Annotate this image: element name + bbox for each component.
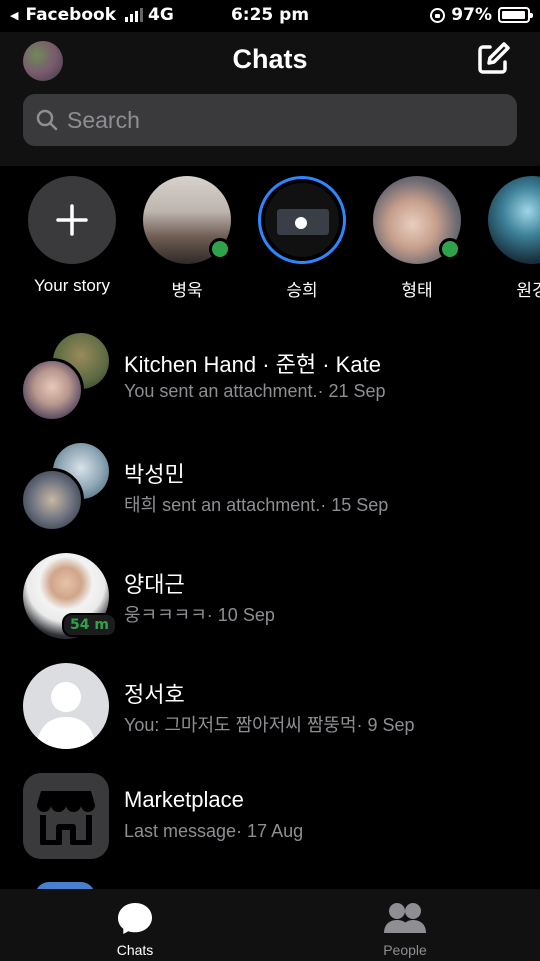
chat-name: 정서호 bbox=[124, 682, 185, 707]
chat-name: Kitchen Hand · 준현 · Kate bbox=[124, 352, 381, 377]
default-avatar-icon bbox=[23, 663, 109, 749]
online-indicator bbox=[209, 238, 231, 260]
chat-row[interactable]: 박성민 태희 sent an attachment.· 15 Sep bbox=[0, 440, 540, 550]
search-icon bbox=[36, 109, 58, 131]
active-time-badge: 54 m bbox=[62, 613, 117, 637]
tab-bar: Chats People bbox=[0, 889, 540, 961]
chat-name: Marketplace bbox=[124, 787, 244, 812]
story-item[interactable]: 형태 bbox=[367, 176, 467, 301]
chat-preview: Last message· 17 Aug bbox=[124, 821, 304, 841]
people-icon bbox=[384, 903, 426, 933]
story-item[interactable]: 원경 bbox=[482, 176, 540, 301]
story-label: 원경 bbox=[516, 281, 540, 300]
story-label: Your story bbox=[34, 276, 110, 295]
chat-preview: 웅ㅋㅋㅋㅋ· 10 Sep bbox=[124, 605, 275, 625]
plus-icon bbox=[56, 204, 88, 236]
search-input[interactable] bbox=[67, 106, 487, 134]
chat-row[interactable]: 54 m 양대근 웅ㅋㅋㅋㅋ· 10 Sep bbox=[0, 550, 540, 660]
chat-row[interactable]: Kitchen Hand · 준현 · Kate You sent an att… bbox=[0, 330, 540, 440]
chat-bubble-icon bbox=[118, 903, 152, 934]
story-item[interactable]: 병욱 bbox=[137, 176, 237, 301]
chat-preview: You: 그마저도 짬아저씨 짬뚱먹· 9 Sep bbox=[124, 715, 415, 735]
search-bar[interactable] bbox=[23, 94, 517, 146]
story-label: 승희 bbox=[286, 281, 318, 300]
chat-name: 양대근 bbox=[124, 572, 185, 597]
compose-icon[interactable] bbox=[475, 41, 511, 77]
chat-preview: 태희 sent an attachment.· 15 Sep bbox=[124, 495, 389, 515]
story-avatar[interactable] bbox=[373, 176, 461, 264]
story-label: 병욱 bbox=[171, 281, 203, 300]
story-your-story[interactable]: Your story bbox=[22, 176, 122, 296]
marketplace-icon bbox=[23, 773, 109, 859]
orientation-lock-icon bbox=[430, 7, 446, 23]
online-indicator bbox=[439, 238, 461, 260]
battery-percent: 97% bbox=[451, 5, 492, 25]
chat-name: 박성민 bbox=[124, 462, 185, 487]
tab-chats[interactable]: Chats bbox=[85, 901, 185, 958]
add-story-button[interactable] bbox=[28, 176, 116, 264]
story-avatar[interactable] bbox=[488, 176, 540, 264]
group-avatar-front bbox=[20, 468, 84, 532]
chat-preview: You sent an attachment.· 21 Sep bbox=[124, 381, 386, 401]
story-avatar-unseen[interactable] bbox=[258, 176, 346, 264]
battery-icon bbox=[498, 7, 533, 23]
chat-row[interactable]: 정서호 You: 그마저도 짬아저씨 짬뚱먹· 9 Sep bbox=[0, 660, 540, 770]
story-label: 형태 bbox=[401, 281, 433, 300]
chat-row[interactable]: Marketplace Last message· 17 Aug bbox=[0, 770, 540, 880]
story-avatar[interactable] bbox=[143, 176, 231, 264]
tab-people[interactable]: People bbox=[355, 901, 455, 958]
stories-row[interactable]: Your story 병욱 승희 형태 원경 bbox=[0, 176, 540, 306]
tab-label: People bbox=[383, 942, 427, 958]
tab-label: Chats bbox=[116, 942, 154, 958]
chat-list: Kitchen Hand · 준현 · Kate You sent an att… bbox=[0, 330, 540, 880]
page-title: Chats bbox=[232, 44, 308, 74]
chats-header: Chats bbox=[0, 32, 540, 166]
status-bar: ◀ Facebook 4G 6:25 pm 97% bbox=[0, 0, 540, 32]
story-item[interactable]: 승희 bbox=[252, 176, 352, 301]
group-avatar-front bbox=[20, 358, 84, 422]
